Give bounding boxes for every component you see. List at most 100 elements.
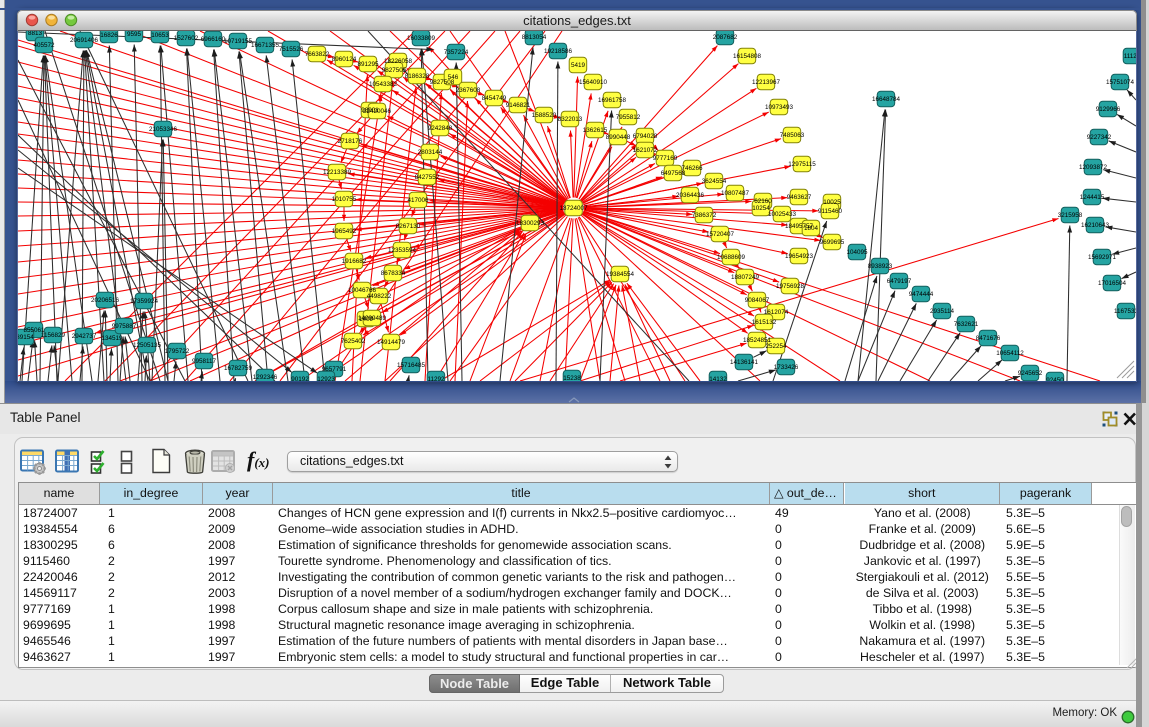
svg-text:14914479: 14914479 bbox=[377, 339, 406, 346]
svg-text:19384554: 19384554 bbox=[606, 271, 635, 278]
svg-text:1612074: 1612074 bbox=[764, 309, 789, 316]
svg-text:2803144: 2803144 bbox=[418, 149, 443, 156]
svg-text:18807249: 18807249 bbox=[731, 274, 760, 281]
svg-text:10654112: 10654112 bbox=[996, 350, 1024, 357]
svg-text:8678334: 8678334 bbox=[381, 270, 406, 277]
svg-text:2942737: 2942737 bbox=[72, 333, 97, 340]
svg-text:1916682: 1916682 bbox=[342, 258, 367, 265]
svg-text:10653: 10653 bbox=[151, 32, 169, 39]
svg-text:1733426: 1733426 bbox=[774, 364, 799, 371]
svg-text:10025433: 10025433 bbox=[768, 211, 797, 218]
svg-text:8427552: 8427552 bbox=[415, 174, 440, 181]
svg-text:10719155: 10719155 bbox=[224, 38, 253, 45]
svg-text:11120: 11120 bbox=[1124, 53, 1136, 60]
svg-text:1804: 1804 bbox=[804, 225, 819, 232]
svg-text:7485063: 7485063 bbox=[780, 132, 805, 139]
svg-text:16671355: 16671355 bbox=[251, 42, 280, 49]
svg-text:1588520: 1588520 bbox=[532, 112, 557, 119]
svg-text:134519: 134519 bbox=[101, 335, 123, 342]
svg-text:12923: 12923 bbox=[317, 376, 335, 381]
svg-text:252254: 252254 bbox=[765, 343, 787, 350]
svg-text:18226058: 18226058 bbox=[384, 58, 413, 65]
svg-text:11292: 11292 bbox=[427, 376, 445, 381]
svg-text:17016504: 17016504 bbox=[1098, 280, 1127, 287]
svg-text:7632621: 7632621 bbox=[954, 321, 979, 328]
svg-text:9242848: 9242848 bbox=[428, 125, 453, 132]
svg-text:9958117: 9958117 bbox=[192, 358, 217, 365]
svg-text:15716485: 15716485 bbox=[397, 362, 426, 369]
svg-text:9699695: 9699695 bbox=[820, 239, 845, 246]
svg-text:8322013: 8322013 bbox=[558, 116, 583, 123]
svg-text:14132: 14132 bbox=[709, 376, 727, 381]
svg-text:90192: 90192 bbox=[291, 376, 309, 381]
svg-text:15640910: 15640910 bbox=[579, 79, 608, 86]
svg-text:12213967: 12213967 bbox=[752, 79, 781, 86]
svg-text:15720407: 15720407 bbox=[706, 231, 735, 238]
svg-text:104095: 104095 bbox=[846, 249, 868, 256]
svg-text:2718176: 2718176 bbox=[338, 138, 363, 145]
svg-text:9595: 9595 bbox=[127, 31, 142, 38]
svg-text:10807487: 10807487 bbox=[721, 190, 750, 197]
svg-text:19756928: 19756928 bbox=[776, 283, 805, 290]
svg-text:1621072: 1621072 bbox=[633, 147, 658, 154]
svg-text:1795722: 1795722 bbox=[165, 348, 190, 355]
svg-text:8960124: 8960124 bbox=[332, 56, 357, 63]
svg-text:10543382: 10543382 bbox=[369, 81, 398, 88]
svg-text:8990448: 8990448 bbox=[606, 134, 631, 141]
svg-text:417006: 417006 bbox=[407, 197, 429, 204]
svg-text:92450: 92450 bbox=[1046, 377, 1064, 381]
svg-text:17359924: 17359924 bbox=[130, 298, 159, 305]
svg-text:10025: 10025 bbox=[823, 199, 841, 206]
svg-text:19654923: 19654923 bbox=[785, 253, 814, 260]
svg-text:14136141: 14136141 bbox=[730, 359, 759, 366]
svg-text:16648784: 16648784 bbox=[872, 96, 901, 103]
svg-text:7625402: 7625402 bbox=[341, 338, 366, 345]
svg-text:2087682: 2087682 bbox=[713, 34, 738, 41]
svg-text:18724007: 18724007 bbox=[559, 205, 588, 212]
svg-text:1615132: 1615132 bbox=[752, 319, 777, 326]
svg-text:1292346: 1292346 bbox=[253, 374, 278, 381]
svg-text:9115460: 9115460 bbox=[818, 208, 843, 215]
svg-text:16782759: 16782759 bbox=[224, 365, 253, 372]
svg-text:22420046: 22420046 bbox=[363, 108, 392, 115]
svg-text:5419: 5419 bbox=[571, 62, 586, 69]
svg-text:9474444: 9474444 bbox=[909, 291, 934, 298]
svg-text:891295: 891295 bbox=[357, 61, 379, 68]
svg-text:4498222: 4498222 bbox=[367, 293, 392, 300]
svg-text:2935114: 2935114 bbox=[930, 308, 955, 315]
svg-text:8186328: 8186328 bbox=[405, 73, 430, 80]
svg-text:21053346: 21053346 bbox=[149, 126, 178, 133]
svg-text:16961758: 16961758 bbox=[598, 97, 627, 104]
svg-text:2367608: 2367608 bbox=[456, 87, 481, 94]
svg-text:12213389: 12213389 bbox=[323, 169, 352, 176]
svg-text:12505135: 12505135 bbox=[133, 342, 162, 349]
svg-text:10973493: 10973493 bbox=[765, 104, 794, 111]
svg-text:6794028: 6794028 bbox=[633, 133, 658, 140]
svg-text:12093872: 12093872 bbox=[1079, 164, 1108, 171]
svg-text:7357224: 7357224 bbox=[444, 49, 469, 56]
svg-text:16033809: 16033809 bbox=[407, 35, 436, 42]
svg-text:18300293: 18300293 bbox=[516, 220, 545, 227]
svg-text:7515526: 7515526 bbox=[279, 46, 304, 53]
svg-text:20364436: 20364436 bbox=[676, 192, 705, 199]
svg-text:8813: 8813 bbox=[28, 31, 43, 37]
svg-text:9657791: 9657791 bbox=[322, 366, 347, 373]
svg-text:20206516: 20206516 bbox=[91, 297, 120, 304]
svg-text:39154: 39154 bbox=[18, 334, 34, 341]
svg-text:8267130: 8267130 bbox=[396, 223, 421, 230]
svg-text:3624554: 3624554 bbox=[702, 178, 727, 185]
svg-text:7663822: 7663822 bbox=[305, 51, 330, 58]
svg-text:14099489: 14099489 bbox=[358, 315, 387, 322]
svg-text:7386372: 7386372 bbox=[692, 212, 717, 219]
svg-text:405572: 405572 bbox=[33, 42, 55, 49]
svg-text:9245652: 9245652 bbox=[1018, 370, 1043, 377]
svg-text:746266: 746266 bbox=[681, 165, 703, 172]
svg-text:16826: 16826 bbox=[100, 32, 118, 39]
svg-text:9227342: 9227342 bbox=[1087, 134, 1112, 141]
svg-text:8938923: 8938923 bbox=[868, 263, 893, 270]
svg-text:15751074: 15751074 bbox=[1106, 79, 1135, 86]
svg-text:9777169: 9777169 bbox=[653, 155, 678, 162]
svg-text:9975887: 9975887 bbox=[112, 323, 137, 330]
svg-text:546: 546 bbox=[448, 74, 459, 81]
svg-text:12353594: 12353594 bbox=[388, 247, 417, 254]
